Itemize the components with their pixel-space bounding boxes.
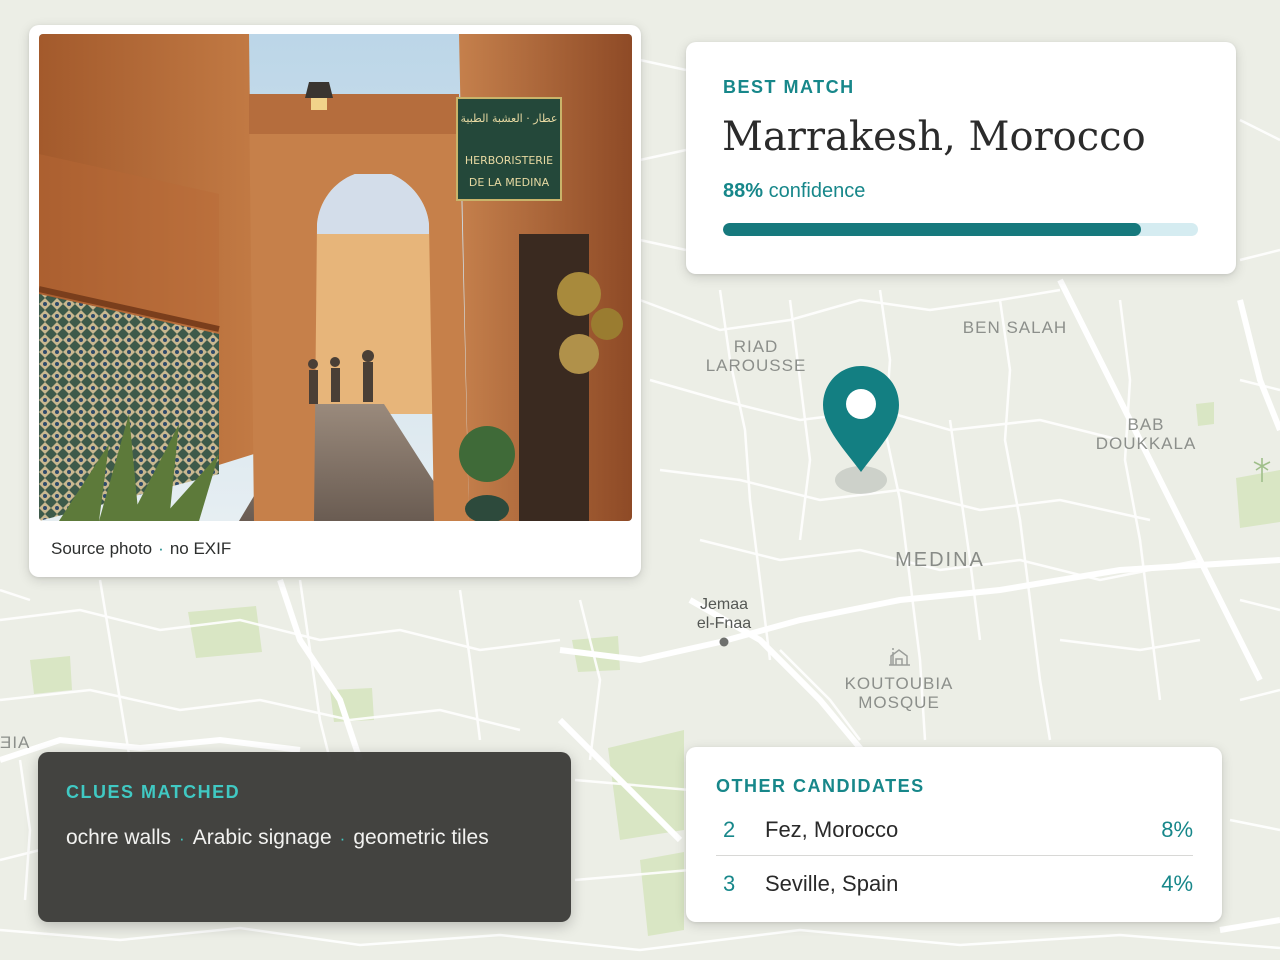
clue-item: ochre walls (66, 826, 172, 849)
candidate-divider (716, 855, 1193, 856)
candidate-percent: 4% (1161, 871, 1193, 896)
confidence-label: confidence (768, 180, 866, 202)
sign-line-1: HERBORISTERIE (465, 154, 553, 167)
clue-item: geometric tiles (353, 826, 489, 849)
candidate-place: Fez, Morocco (765, 817, 899, 842)
candidate-place: Seville, Spain (765, 871, 899, 896)
confidence-bar-fill (723, 223, 1141, 236)
map-label-ben-salah: BEN SALAH (962, 318, 1068, 337)
best-match-heading: BEST MATCH (723, 77, 855, 97)
map-label-jemaa-el-fnaa[interactable]: Jemaa el-Fnaa (684, 595, 764, 633)
best-match-place: Marrakesh, Morocco (722, 114, 1146, 160)
sign-line-2: DE LA MEDINA (469, 176, 550, 189)
candidate-percent: 8% (1161, 817, 1193, 842)
confidence-value: 88% (723, 180, 764, 202)
sign-arabic-text: عطار · العشبة الطبية (461, 112, 558, 125)
map-label-bab-doukkala: BAB DOUKKALA (1095, 415, 1197, 453)
clue-separator: · (339, 829, 346, 848)
candidate-rank: 3 (723, 871, 736, 896)
map-label-koutoubia: KOUTOUBIA MOSQUE (844, 674, 954, 712)
confidence-text: 88% confidence (723, 180, 865, 203)
photo-caption-label: Source photo (51, 539, 153, 558)
clue-separator: · (179, 829, 185, 848)
other-candidates-card: OTHER CANDIDATES 2 Fez, Morocco 8% 3 Sev… (686, 747, 1222, 922)
candidate-rank: 2 (723, 817, 736, 842)
other-candidates-heading: OTHER CANDIDATES (716, 776, 925, 796)
clues-heading: CLUES MATCHED (66, 782, 241, 802)
clue-item: Arabic signage (192, 826, 332, 849)
source-photo-card: عطار · العشبة الطبية HERBORISTERIE DE LA… (29, 25, 641, 577)
clues-list: ochre walls · Arabic signage · geometric til… (66, 826, 489, 850)
exif-status: no EXIF (169, 539, 232, 558)
best-match-card: BEST MATCH Marrakesh, Morocco 88% confid… (686, 42, 1236, 274)
jemaa-dot[interactable] (719, 637, 729, 647)
map-label-medina: MEDINA (895, 549, 985, 571)
confidence-bar (723, 223, 1198, 236)
caption-separator: · (158, 539, 164, 558)
candidate-row[interactable]: 3 Seville, Spain 4% (716, 859, 1193, 907)
source-photo[interactable]: عطار · العشبة الطبية HERBORISTERIE DE LA… (39, 34, 632, 521)
clues-matched-card: CLUES MATCHED ochre walls · Arabic signage… (38, 752, 571, 922)
map-label-edge: ƎIA (0, 733, 31, 752)
candidate-row[interactable]: 2 Fez, Morocco 8% (716, 805, 1193, 853)
photo-caption: Source photo · no EXIF (51, 539, 231, 559)
map-label-riad-larousse: RIAD LAROUSSE (705, 337, 807, 375)
